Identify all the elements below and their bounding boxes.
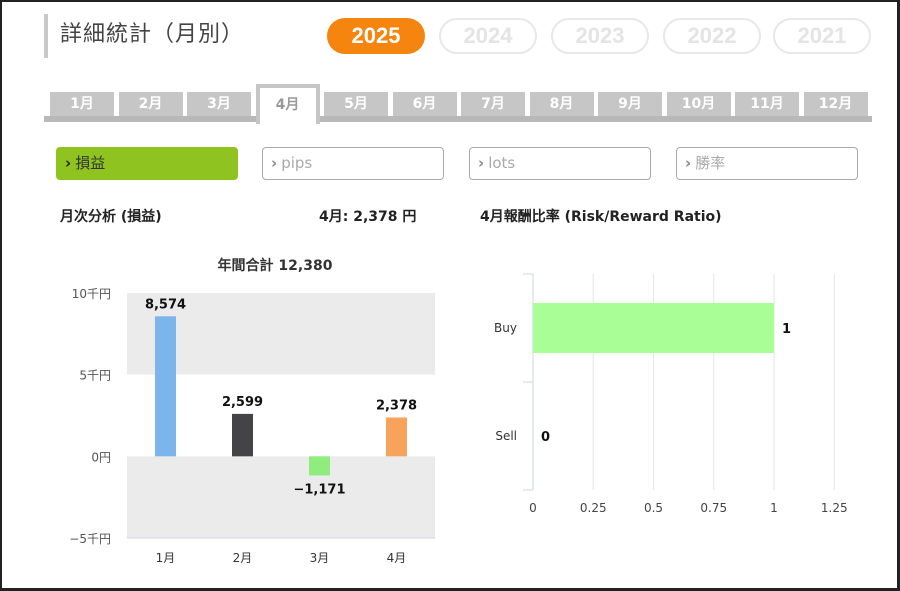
metric-label: 損益 [75, 154, 106, 172]
y-tick-label: Sell [495, 429, 517, 443]
y-tick-label: 10千円 [72, 287, 111, 301]
month-tab-12[interactable]: 12月 [803, 92, 868, 116]
year-button-2024[interactable]: 2024 [439, 18, 537, 54]
month-tab-9[interactable]: 9月 [598, 92, 662, 116]
x-tick-label: 3月 [310, 551, 330, 565]
chevron-right-icon: › [271, 154, 278, 172]
month-value: 4月: 2,378 円 [319, 209, 417, 225]
chevron-right-icon: › [685, 154, 692, 172]
data-label: 8,574 [145, 297, 186, 312]
y-tick-label: −5千円 [69, 532, 111, 546]
year-button-2021[interactable]: 2021 [773, 18, 871, 54]
x-tick-label: 1月 [156, 551, 176, 565]
chevron-right-icon: › [65, 154, 72, 172]
metric-button-3[interactable]: › 勝率 [676, 147, 858, 180]
page-title-text: 詳細統計（月別） [60, 22, 245, 47]
month-tab-5[interactable]: 5月 [324, 92, 388, 116]
bar-4月[interactable] [386, 417, 407, 457]
risk-reward-chart: 0 0.25 0.5 0.75 1 1.25 Buy 1 Sell 0 [494, 273, 848, 515]
metric-label: pips [281, 154, 313, 172]
month-tab-1[interactable]: 1月 [50, 92, 114, 116]
year-button-2025[interactable]: 2025 [327, 18, 425, 54]
y-tick-label: 0円 [91, 450, 111, 464]
year-button-2023[interactable]: 2023 [551, 18, 649, 54]
x-tick-label: 1 [770, 501, 778, 515]
month-tab-6[interactable]: 6月 [392, 92, 457, 116]
data-label: 2,378 [376, 398, 417, 413]
data-label: 1 [782, 322, 791, 337]
metric-button-2[interactable]: › lots [469, 147, 651, 180]
x-tick-label: 1.25 [821, 501, 848, 515]
month-tab-2[interactable]: 2月 [118, 92, 183, 116]
y-tick-label: 5千円 [79, 369, 111, 383]
data-label: 0 [541, 430, 550, 445]
data-label: 2,599 [222, 395, 263, 410]
metric-label: 勝率 [695, 154, 726, 172]
bar-buy[interactable] [533, 303, 774, 353]
x-tick-label: 0.75 [700, 501, 727, 515]
year-button-2022[interactable]: 2022 [663, 18, 761, 54]
metric-label: lots [488, 154, 516, 172]
metric-button-0[interactable]: › 損益 [56, 147, 238, 180]
plot-band [127, 456, 435, 538]
left-chart-title: 月次分析 (損益) [60, 209, 162, 225]
x-tick-label: 2月 [233, 551, 253, 565]
bar-3月[interactable] [309, 456, 330, 476]
month-tab-7[interactable]: 7月 [461, 92, 525, 116]
right-chart-title: 4月報酬比率 (Risk/Reward Ratio) [480, 209, 722, 225]
metric-button-1[interactable]: › pips [262, 147, 444, 180]
x-tick-label: 4月 [387, 551, 407, 565]
month-tab-4[interactable]: 4月 [255, 84, 320, 124]
chart-title: 年間合計 12,380 [218, 257, 333, 274]
data-label: −1,171 [293, 482, 345, 497]
month-tab-10[interactable]: 10月 [666, 92, 731, 116]
page-title: 詳細統計（月別） [44, 14, 244, 58]
x-tick-label: 0 [529, 501, 537, 515]
month-tab-8[interactable]: 8月 [529, 92, 594, 116]
month-tab-3[interactable]: 3月 [187, 92, 251, 116]
monthly-pl-chart: 年間合計 12,380 10千円 5千円 0円 −5千円 8,574 1月 2,599 2月 −1… [69, 257, 435, 565]
month-tab-11[interactable]: 11月 [735, 92, 799, 116]
x-tick-label: 0.25 [580, 501, 607, 515]
chevron-right-icon: › [478, 154, 485, 172]
bar-1月[interactable] [155, 316, 176, 457]
x-tick-label: 0.5 [644, 501, 663, 515]
month-tab-strip [44, 116, 872, 122]
y-tick-label: Buy [494, 321, 517, 335]
bar-2月[interactable] [232, 413, 253, 457]
